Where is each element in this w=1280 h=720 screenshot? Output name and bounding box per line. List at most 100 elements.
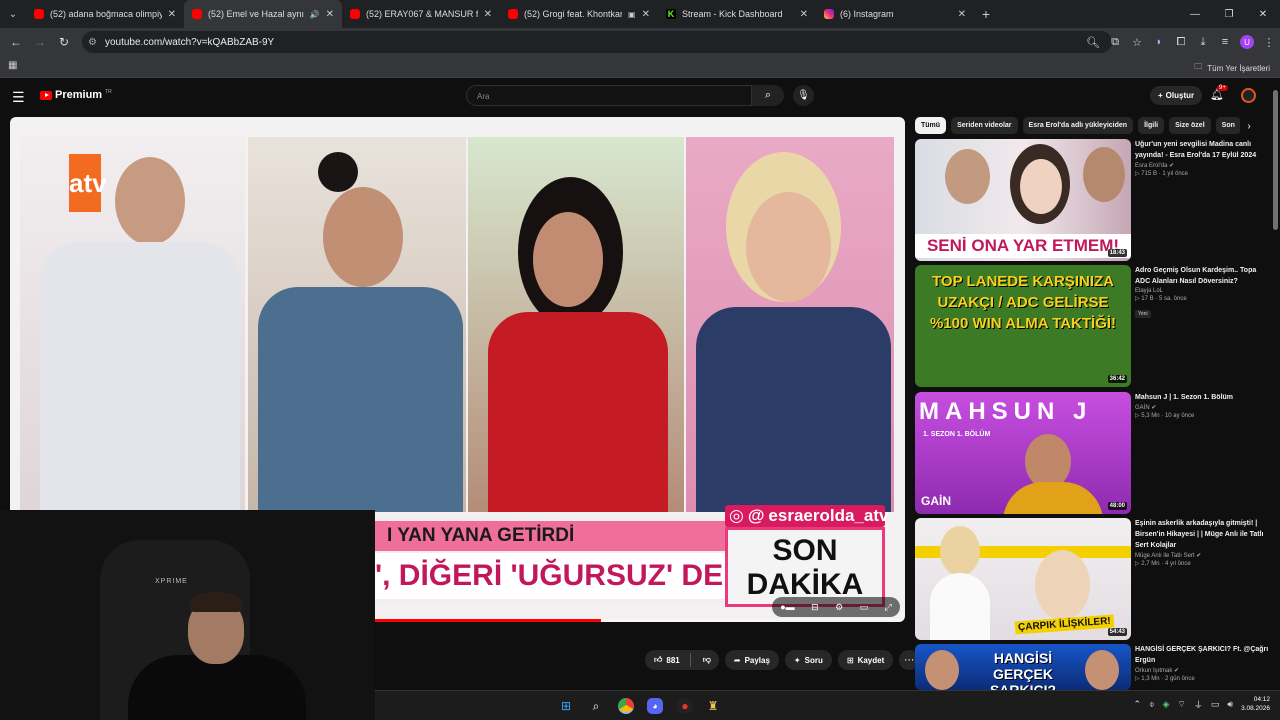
microphone-icon[interactable]: 🎙︎	[793, 85, 814, 106]
channel-name[interactable]: Elayja LoL	[1135, 288, 1270, 294]
hamburger-menu-icon[interactable]: ☰	[12, 89, 25, 106]
video-title[interactable]: Uğur'un yeni sevgilisi Madina canlı yayı…	[1135, 139, 1270, 161]
speaker-icon[interactable]: 🔊	[310, 10, 320, 19]
create-button[interactable]: + Oluştur	[1150, 86, 1203, 105]
thumbs-down-icon[interactable]: 👎︎	[695, 655, 719, 665]
picture-in-picture-icon[interactable]: ▣	[628, 10, 636, 19]
recommendation-item[interactable]: ÇARPIK İLİŞKİLER! 54:43 Eşinin askerlik …	[915, 518, 1270, 640]
video-info: Adro Geçmiş Olsun Kardeşim.. Topa ADC Al…	[1135, 265, 1270, 320]
recommendation-item[interactable]: HANGİSİ GERÇEK ŞARKICI? HANGİSİ GERÇEK Ş…	[915, 644, 1270, 690]
channel-name[interactable]: Orkun Işıtmak ✔	[1135, 667, 1270, 674]
video-title[interactable]: HANGİSİ GERÇEK ŞARKICI? Ft. @Çağrı Ergün	[1135, 644, 1270, 666]
discord-icon[interactable]: ◕	[647, 698, 663, 714]
autoplay-toggle-icon[interactable]: ●▬	[780, 602, 794, 612]
chip-all[interactable]: Tümü	[915, 117, 947, 134]
close-tab-icon[interactable]: ✕	[958, 9, 966, 20]
tab-title: (52) Grogi feat. Khontkar -	[524, 9, 623, 19]
video-thumbnail[interactable]: ÇARPIK İLİŞKİLER! 54:43	[915, 518, 1131, 640]
close-tab-icon[interactable]: ✕	[326, 9, 334, 20]
close-tab-icon[interactable]: ✕	[484, 9, 492, 20]
search-icon[interactable]: ⌕	[752, 85, 784, 106]
profile-avatar[interactable]: U	[1240, 35, 1254, 49]
youtube-icon	[350, 9, 360, 19]
zoom-icon[interactable]: 🔍︎	[1082, 28, 1104, 56]
chip-related[interactable]: İlgili	[1138, 117, 1165, 134]
address-bar[interactable]: ⚙ youtube.com/watch?v=kQABbZAB-9Y	[82, 31, 1112, 53]
video-title[interactable]: Adro Geçmiş Olsun Kardeşim.. Topa ADC Al…	[1135, 265, 1270, 287]
video-thumbnail[interactable]: MAHSUN J 1. SEZON 1. BÖLÜM GAİN 48:00	[915, 392, 1131, 514]
recommendation-item[interactable]: MAHSUN J 1. SEZON 1. BÖLÜM GAİN 48:00 Ma…	[915, 392, 1270, 514]
recommendation-item[interactable]: SENİ ONA YAR ETMEM! 18:43 Uğur'un yeni s…	[915, 139, 1270, 261]
minimize-icon[interactable]: —	[1178, 0, 1212, 28]
clock-time: 04:12	[1253, 696, 1270, 703]
windows-start-icon[interactable]: ⊞	[558, 698, 574, 714]
search-icon[interactable]: ⌕	[588, 698, 604, 714]
tray-app-icon[interactable]: ◈	[1162, 699, 1169, 710]
channel-name[interactable]: Esra Erol'da ✔	[1135, 162, 1270, 169]
video-title[interactable]: Mahsun J | 1. Sezon 1. Bölüm	[1135, 392, 1270, 403]
chip-recent[interactable]: Son	[1215, 117, 1241, 134]
close-window-icon[interactable]: ✕	[1246, 0, 1280, 28]
browser-tab[interactable]: (52) adana boğmaca olimpiyatı ✕	[26, 0, 184, 28]
reload-icon[interactable]: ↻	[52, 28, 76, 56]
notifications-bell-icon[interactable]: 🔔︎ 9+	[1210, 85, 1228, 101]
close-tab-icon[interactable]: ✕	[800, 9, 808, 20]
search-input[interactable]: Ara	[466, 85, 752, 106]
chip-uploader[interactable]: Esra Erol'da adlı yükleyiciden	[1022, 117, 1134, 134]
miniplayer-icon[interactable]: ▭	[860, 602, 869, 613]
channel-name[interactable]: Müge Anlı ile Tatlı Sert ✔	[1135, 552, 1270, 559]
browser-tab[interactable]: (52) Grogi feat. Khontkar - ▣ ✕	[500, 0, 658, 28]
channel-name[interactable]: GAİN ✔	[1135, 404, 1270, 411]
wifi-icon[interactable]: ⌔	[1177, 699, 1185, 710]
like-button[interactable]: 👍︎ 881 👎︎	[645, 650, 719, 670]
all-bookmarks-button[interactable]: 🗀 Tüm Yer İşaretleri	[1194, 61, 1270, 75]
share-button[interactable]: ➦ Paylaş	[724, 650, 779, 670]
app-icon[interactable]: ♜	[705, 698, 721, 714]
browser-tab[interactable]: K Stream - Kick Dashboard ✕	[658, 0, 816, 28]
scrollbar-thumb[interactable]	[1273, 90, 1278, 230]
fullscreen-icon[interactable]: ⤢	[885, 602, 892, 613]
chrome-icon[interactable]	[618, 698, 634, 714]
volume-icon[interactable]: 🔊︎	[1227, 699, 1233, 710]
browser-menu-icon[interactable]: ⋮	[1258, 28, 1280, 56]
network-icon[interactable]: ▭	[1211, 699, 1220, 710]
close-tab-icon[interactable]: ✕	[168, 9, 176, 20]
clock[interactable]: 04:12 3.08.2026	[1241, 695, 1270, 713]
reading-list-icon[interactable]: ≡	[1214, 28, 1236, 56]
account-avatar[interactable]	[1241, 88, 1256, 103]
usb-icon[interactable]: ⌽	[1149, 699, 1154, 710]
microphone-icon[interactable]: ⏚	[1194, 698, 1203, 711]
ask-button[interactable]: ✦ Soru	[784, 650, 832, 670]
close-tab-icon[interactable]: ✕	[642, 9, 650, 20]
extension-icon[interactable]: ◗	[1148, 28, 1170, 56]
browser-tab[interactable]: (6) Instagram ✕	[816, 0, 974, 28]
back-arrow-icon[interactable]: ←	[4, 28, 28, 56]
save-button[interactable]: ⊞ Kaydet	[837, 650, 894, 670]
tray-chevron-up-icon[interactable]: ⌃	[1134, 699, 1142, 710]
forward-arrow-icon[interactable]: →	[28, 28, 52, 56]
chip-for-you[interactable]: Size özel	[1169, 117, 1211, 134]
settings-gear-icon[interactable]: ⚙	[835, 602, 843, 613]
browser-tab[interactable]: (52) ERAY067 & MANSUR ft. Re ✕	[342, 0, 500, 28]
bookmark-star-icon[interactable]: ☆	[1126, 28, 1148, 56]
download-icon[interactable]: ⤓	[1192, 28, 1214, 56]
obs-icon[interactable]: ●	[677, 698, 693, 714]
video-title[interactable]: Eşinin askerlik arkadaşıyla gitmişti! | …	[1135, 518, 1270, 551]
page-scrollbar[interactable]	[1271, 80, 1280, 690]
tab-search-chevron-icon[interactable]: ⌄	[0, 0, 26, 28]
video-thumbnail[interactable]: SENİ ONA YAR ETMEM! 18:43	[915, 139, 1131, 261]
recommendation-item[interactable]: TOP LANEDE KARŞINIZA UZAKÇI / ADC GELİRS…	[915, 265, 1270, 387]
cast-icon[interactable]: ⧉	[1104, 28, 1126, 56]
site-info-icon[interactable]: ⚙	[88, 37, 97, 48]
chips-next-chevron-icon[interactable]: ›	[1240, 117, 1258, 135]
youtube-premium-logo[interactable]: Premium TR	[40, 89, 112, 101]
apps-grid-icon[interactable]: ▦	[8, 60, 20, 72]
chip-series[interactable]: Seriden videolar	[951, 117, 1018, 134]
extensions-puzzle-icon[interactable]: ⧠	[1170, 28, 1192, 56]
restore-icon[interactable]: ❐	[1212, 0, 1246, 28]
subtitles-icon[interactable]: ⊟	[811, 602, 819, 613]
browser-tab-active[interactable]: (52) Emel ve Hazal aynı ada 🔊 ✕	[184, 0, 342, 28]
new-tab-plus-icon[interactable]: +	[974, 0, 998, 28]
video-thumbnail[interactable]: TOP LANEDE KARŞINIZA UZAKÇI / ADC GELİRS…	[915, 265, 1131, 387]
video-thumbnail[interactable]: HANGİSİ GERÇEK ŞARKICI?	[915, 644, 1131, 690]
